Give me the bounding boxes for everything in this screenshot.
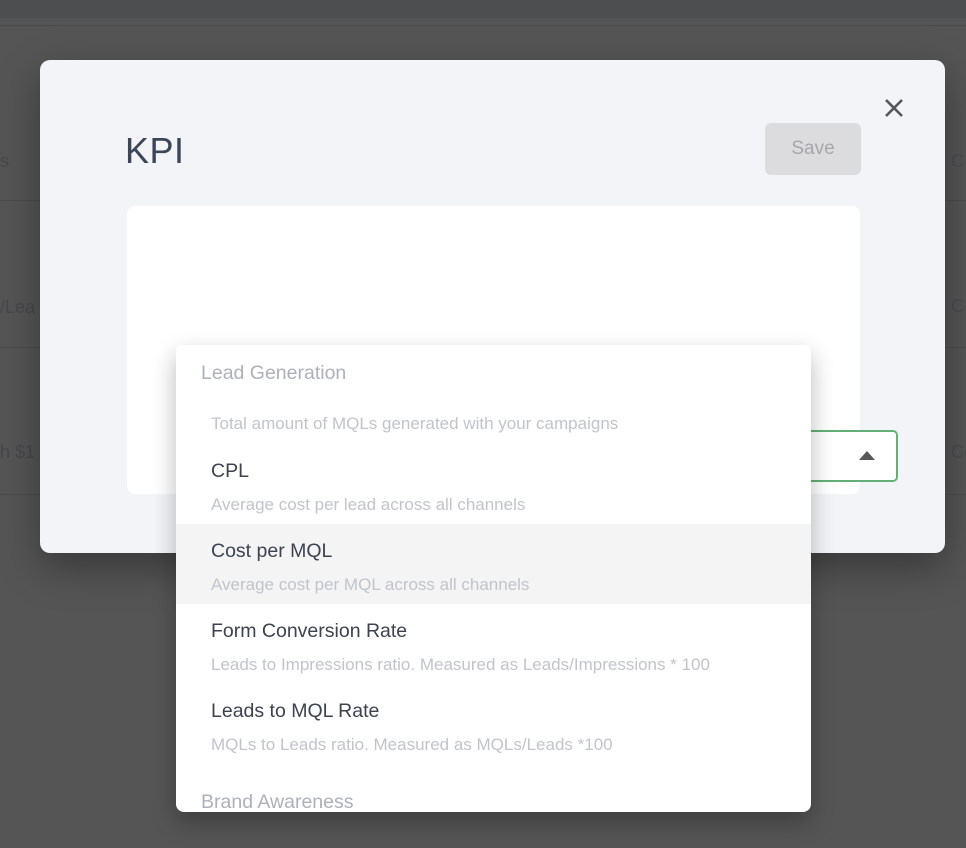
option-title: Leads to MQL Rate <box>211 700 811 722</box>
option-description: Leads to Impressions ratio. Measured as … <box>211 655 811 675</box>
background-text-fragment: C <box>951 152 964 171</box>
background-text-fragment: s <box>0 152 9 171</box>
dropdown-group-brand-awareness: Brand Awareness <box>201 792 811 812</box>
option-description: Average cost per lead across all channel… <box>211 495 811 515</box>
background-text-fragment: C <box>951 297 964 316</box>
metric-dropdown-list: Lead Generation Total amount of MQLs gene… <box>176 345 811 812</box>
option-description: Average cost per MQL across all channels <box>211 575 811 595</box>
option-title: Form Conversion Rate <box>211 620 811 642</box>
close-button[interactable] <box>880 95 908 123</box>
dropdown-option-cost-per-mql[interactable]: Cost per MQL Average cost per MQL across … <box>176 524 811 604</box>
dropdown-option-mqls-description[interactable]: Total amount of MQLs generated with your… <box>211 415 811 433</box>
background-table-row-line <box>0 25 966 26</box>
dropdown-option-form-conversion-rate[interactable]: Form Conversion Rate Leads to Impressions… <box>176 604 811 684</box>
screen: { "background": { "left_fragments": [ { … <box>0 0 966 848</box>
background-header-band <box>0 0 966 18</box>
save-button[interactable]: Save <box>765 123 861 175</box>
option-title: Cost per MQL <box>211 540 811 562</box>
chevron-up-icon[interactable] <box>859 451 875 460</box>
background-text-fragment: Co <box>951 443 966 462</box>
background-text-fragment: /Lea <box>0 298 35 317</box>
dropdown-option-leads-to-mql-rate[interactable]: Leads to MQL Rate MQLs to Leads ratio. Me… <box>176 684 811 764</box>
modal-title: KPI <box>125 130 185 172</box>
option-title: CPL <box>211 460 811 482</box>
dropdown-option-cpl[interactable]: CPL Average cost per lead across all chan… <box>176 444 811 524</box>
background-text-fragment: h $1 <box>0 443 35 462</box>
dropdown-group-lead-generation: Lead Generation <box>201 363 811 384</box>
close-icon <box>882 108 906 123</box>
option-description: MQLs to Leads ratio. Measured as MQLs/Le… <box>211 735 811 755</box>
